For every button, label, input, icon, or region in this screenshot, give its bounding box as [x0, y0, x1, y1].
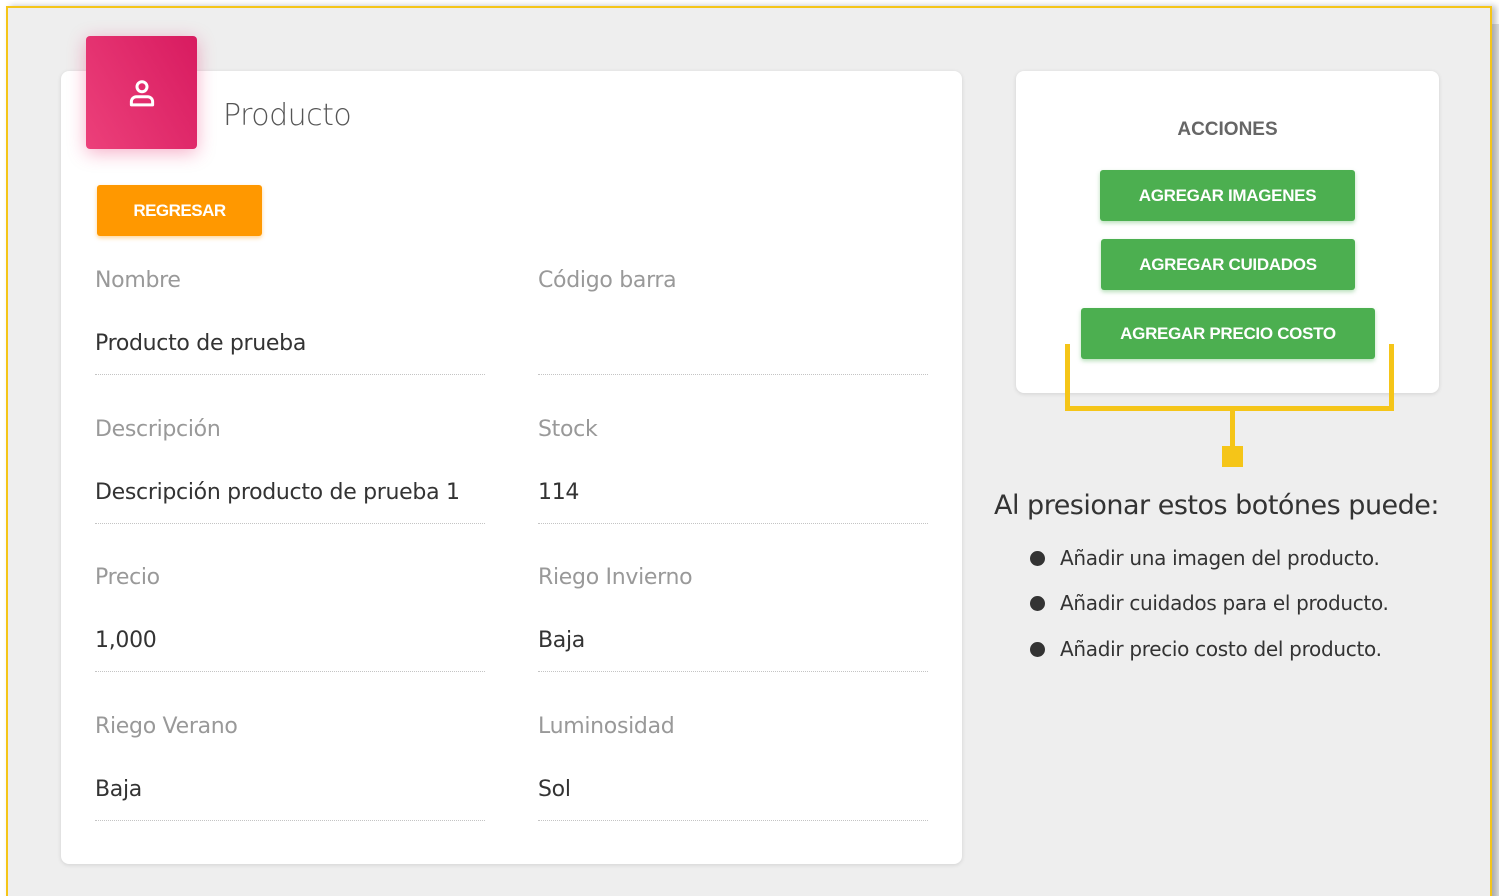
- add-care-button[interactable]: AGREGAR CUIDADOS: [1101, 239, 1355, 290]
- annotation-title: Al presionar estos botónes puede:: [994, 490, 1440, 521]
- annotation-item: Añadir cuidados para el producto.: [1030, 591, 1389, 615]
- field-value: Sol: [538, 777, 571, 802]
- field-underline: [538, 820, 928, 821]
- bracket-stem: [1230, 406, 1235, 450]
- field-underline: [95, 820, 485, 821]
- field-value: 1,000: [95, 628, 157, 653]
- field-label: Stock: [538, 417, 598, 442]
- field-underline: [538, 523, 928, 524]
- field-riego-verano[interactable]: Riego Verano Baja: [95, 714, 485, 821]
- annotation-item: Añadir precio costo del producto.: [1030, 637, 1382, 661]
- field-label: Descripción: [95, 417, 221, 442]
- field-luminosidad[interactable]: Luminosidad Sol: [538, 714, 928, 821]
- bullet-icon: [1030, 595, 1045, 611]
- annotation-item-text: Añadir precio costo del producto.: [1060, 637, 1382, 661]
- field-label: Nombre: [95, 268, 181, 293]
- field-value: Baja: [95, 777, 142, 802]
- field-codigo-barra[interactable]: Código barra: [538, 268, 928, 375]
- add-cost-price-button[interactable]: AGREGAR PRECIO COSTO: [1081, 308, 1375, 359]
- field-descripcion[interactable]: Descripción Descripción producto de prue…: [95, 417, 485, 524]
- annotation-item: Añadir una imagen del producto.: [1030, 546, 1380, 570]
- field-label: Luminosidad: [538, 714, 675, 739]
- field-riego-invierno[interactable]: Riego Invierno Baja: [538, 565, 928, 672]
- bullet-icon: [1030, 550, 1045, 566]
- field-label: Riego Verano: [95, 714, 238, 739]
- field-underline: [95, 374, 485, 375]
- field-value: Descripción producto de prueba 1: [95, 480, 460, 505]
- field-underline: [95, 671, 485, 672]
- add-images-button[interactable]: AGREGAR IMAGENES: [1100, 170, 1355, 221]
- field-value: 114: [538, 480, 580, 505]
- bracket-left: [1065, 344, 1070, 411]
- field-underline: [538, 374, 928, 375]
- actions-title: ACCIONES: [1177, 119, 1278, 140]
- annotation-item-text: Añadir una imagen del producto.: [1060, 546, 1380, 570]
- annotation-item-text: Añadir cuidados para el producto.: [1060, 591, 1389, 615]
- bracket-right: [1389, 344, 1394, 411]
- card-header-icon-box: [86, 36, 197, 149]
- field-value: Baja: [538, 628, 585, 653]
- card-title: Producto: [223, 98, 352, 133]
- field-label: Riego Invierno: [538, 565, 693, 590]
- person-icon: [129, 79, 154, 106]
- field-precio[interactable]: Precio 1,000: [95, 565, 485, 672]
- field-label: Código barra: [538, 268, 677, 293]
- field-underline: [95, 523, 485, 524]
- back-button[interactable]: REGRESAR: [97, 185, 262, 236]
- field-stock[interactable]: Stock 114: [538, 417, 928, 524]
- field-nombre[interactable]: Nombre Producto de prueba: [95, 268, 485, 375]
- field-underline: [538, 671, 928, 672]
- field-label: Precio: [95, 565, 160, 590]
- field-value: Producto de prueba: [95, 331, 307, 356]
- bracket-anchor: [1222, 446, 1243, 467]
- bullet-icon: [1030, 641, 1045, 657]
